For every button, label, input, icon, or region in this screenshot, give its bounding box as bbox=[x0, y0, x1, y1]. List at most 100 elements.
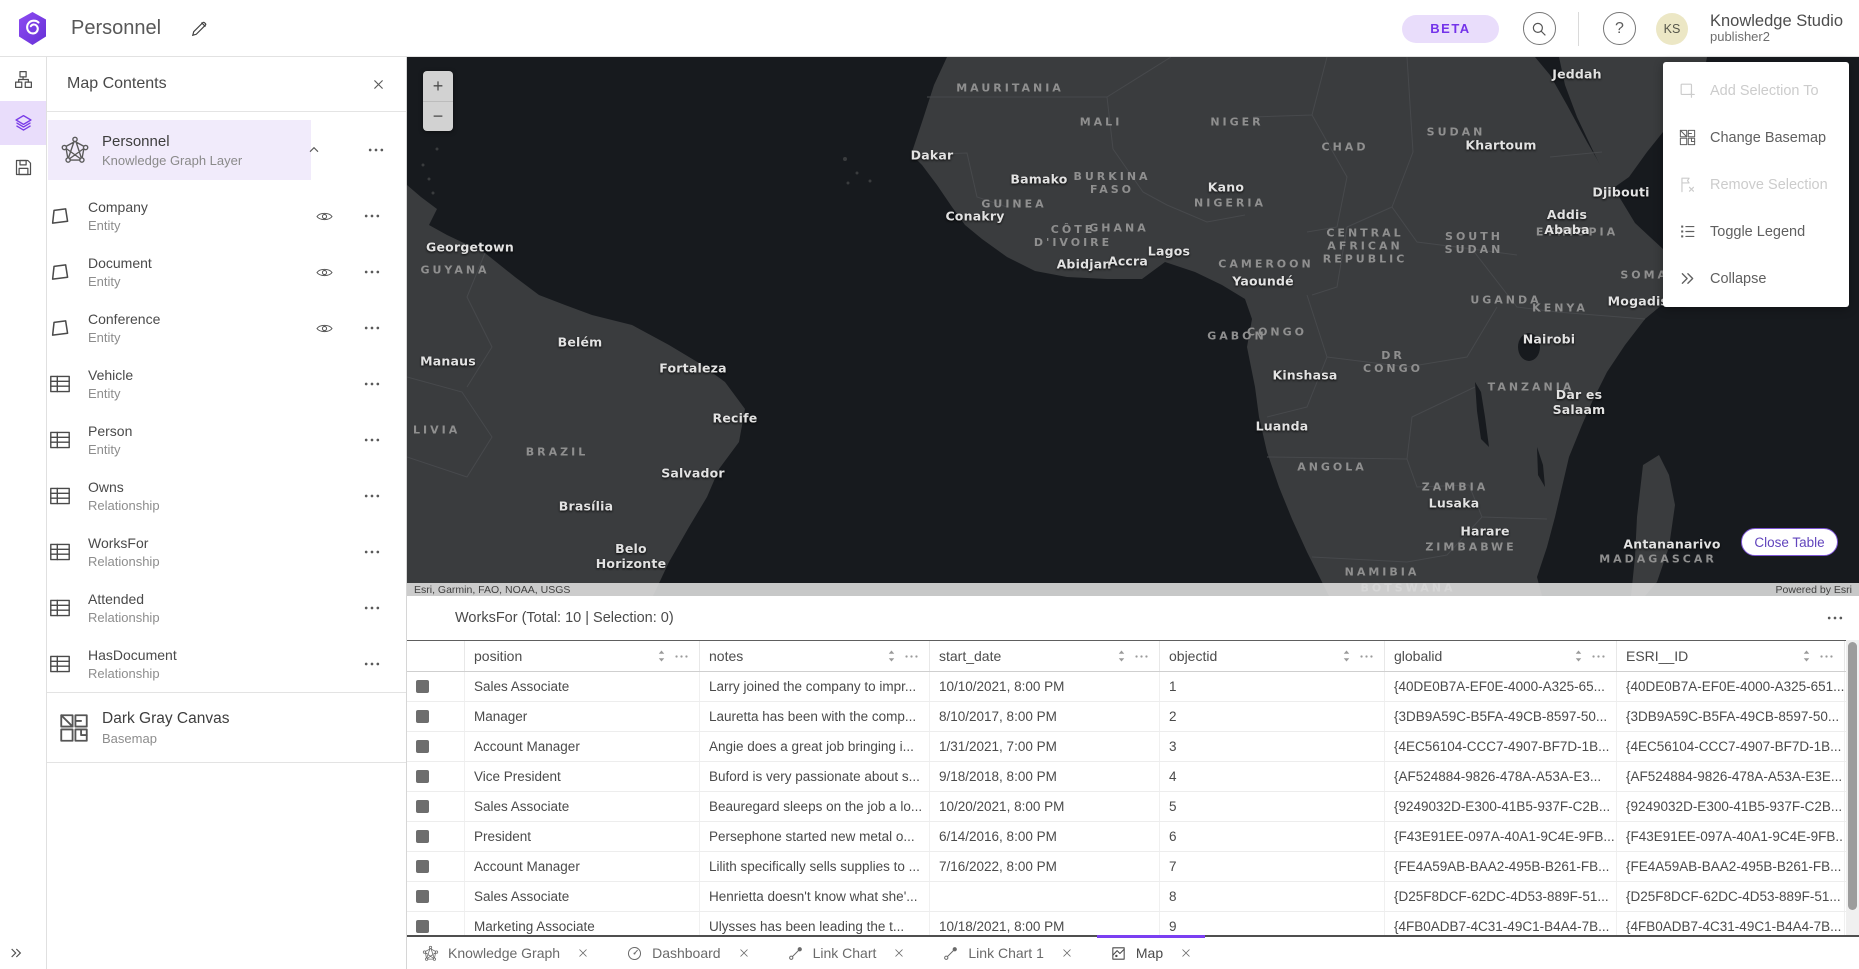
close-tab-icon[interactable] bbox=[738, 947, 750, 959]
row-checkbox[interactable] bbox=[416, 770, 429, 783]
sort-icon[interactable] bbox=[1116, 648, 1127, 664]
layer-item-hasdocument[interactable]: HasDocumentRelationship bbox=[47, 636, 406, 692]
map-view[interactable]: MAURITANIAMALINIGERCHADSUDANBURKINA FASO… bbox=[407, 57, 1859, 596]
rail-item-layers[interactable] bbox=[0, 101, 46, 145]
cell-start_date: 9/18/2018, 8:00 PM bbox=[930, 762, 1160, 791]
column-options-icon[interactable] bbox=[1818, 648, 1835, 665]
close-table-button[interactable]: Close Table bbox=[1741, 528, 1838, 556]
row-checkbox[interactable] bbox=[416, 710, 429, 723]
eye-icon[interactable] bbox=[315, 263, 334, 282]
layer-item-document[interactable]: DocumentEntity bbox=[47, 244, 406, 300]
user-block[interactable]: Knowledge Studio publisher2 bbox=[1710, 12, 1843, 45]
close-panel-icon[interactable] bbox=[371, 77, 386, 92]
chevron-up-icon[interactable] bbox=[306, 142, 322, 158]
tab-label: Dashboard bbox=[652, 945, 721, 961]
column-header-esri_id[interactable]: ESRI__ID bbox=[1617, 641, 1845, 671]
layer-item-conference[interactable]: ConferenceEntity bbox=[47, 300, 406, 356]
column-header-notes[interactable]: notes bbox=[700, 641, 930, 671]
layer-item-attended[interactable]: AttendedRelationship bbox=[47, 580, 406, 636]
tab-label: Knowledge Graph bbox=[448, 945, 560, 961]
layer-item-vehicle[interactable]: VehicleEntity bbox=[47, 356, 406, 412]
layer-options-icon[interactable] bbox=[362, 374, 382, 394]
cell-globalid: {4FB0ADB7-4C31-49C1-B4A4-7B... bbox=[1385, 912, 1617, 935]
edit-title-icon[interactable] bbox=[190, 19, 209, 38]
layer-options-icon[interactable] bbox=[362, 430, 382, 450]
column-label: globalid bbox=[1394, 648, 1442, 664]
table-scrollbar[interactable] bbox=[1846, 640, 1859, 935]
close-tab-icon[interactable] bbox=[577, 947, 589, 959]
sort-icon[interactable] bbox=[886, 648, 897, 664]
column-header-globalid[interactable]: globalid bbox=[1385, 641, 1617, 671]
layer-options-icon[interactable] bbox=[362, 542, 382, 562]
row-checkbox[interactable] bbox=[416, 740, 429, 753]
column-options-icon[interactable] bbox=[1358, 648, 1375, 665]
zoom-in-button[interactable]: + bbox=[423, 71, 453, 101]
column-header-position[interactable]: position bbox=[465, 641, 700, 671]
row-checkbox[interactable] bbox=[416, 800, 429, 813]
column-options-icon[interactable] bbox=[1590, 648, 1607, 665]
close-tab-icon[interactable] bbox=[1180, 947, 1192, 959]
expand-rail-button[interactable] bbox=[8, 945, 24, 961]
table-row: ManagerLauretta has been with the comp..… bbox=[407, 702, 1859, 732]
layer-item-owns[interactable]: OwnsRelationship bbox=[47, 468, 406, 524]
polygon-icon bbox=[47, 203, 73, 229]
avatar[interactable]: KS bbox=[1656, 13, 1688, 45]
layer-item-company[interactable]: CompanyEntity bbox=[47, 188, 406, 244]
column-options-icon[interactable] bbox=[673, 648, 690, 665]
column-header-start_date[interactable]: start_date bbox=[930, 641, 1160, 671]
column-options-icon[interactable] bbox=[1133, 648, 1150, 665]
tab-knowledge-graph[interactable]: Knowledge Graph bbox=[409, 937, 602, 969]
layer-group-personnel[interactable]: Personnel Knowledge Graph Layer bbox=[47, 120, 406, 180]
layer-options-icon[interactable] bbox=[362, 598, 382, 618]
search-button[interactable] bbox=[1523, 12, 1556, 45]
row-checkbox[interactable] bbox=[416, 860, 429, 873]
tab-dashboard[interactable]: Dashboard bbox=[613, 937, 763, 969]
layer-options-icon[interactable] bbox=[362, 486, 382, 506]
attribution-esri: Powered by Esri bbox=[1776, 584, 1852, 596]
layer-options-icon[interactable] bbox=[362, 206, 382, 226]
row-checkbox[interactable] bbox=[416, 680, 429, 693]
column-options-icon[interactable] bbox=[903, 648, 920, 665]
question-icon: ? bbox=[1615, 20, 1624, 38]
close-tab-icon[interactable] bbox=[893, 947, 905, 959]
cell-objectid: 7 bbox=[1160, 852, 1385, 881]
rail-item-save[interactable] bbox=[0, 145, 46, 189]
tab-link-chart-1[interactable]: Link Chart 1 bbox=[929, 937, 1085, 969]
sort-icon[interactable] bbox=[1801, 648, 1812, 664]
layer-options-icon[interactable] bbox=[362, 318, 382, 338]
cell-esri_id: {FE4A59AB-BAA2-495B-B261-FB... bbox=[1617, 852, 1845, 881]
sort-icon[interactable] bbox=[1573, 648, 1584, 664]
basemap-item[interactable]: Dark Gray Canvas Basemap bbox=[47, 693, 406, 762]
layer-options-icon[interactable] bbox=[362, 654, 382, 674]
layer-item-person[interactable]: PersonEntity bbox=[47, 412, 406, 468]
menu-item-collapse[interactable]: Collapse bbox=[1663, 255, 1849, 302]
layer-name: WorksFor bbox=[88, 535, 160, 551]
rail-item-data-model[interactable] bbox=[0, 57, 46, 101]
tab-link-chart[interactable]: Link Chart bbox=[774, 937, 919, 969]
collapse-icon bbox=[1678, 269, 1697, 288]
eye-icon[interactable] bbox=[315, 207, 334, 226]
tab-map[interactable]: Map bbox=[1097, 937, 1205, 969]
group-options-icon[interactable] bbox=[366, 140, 386, 160]
help-button[interactable]: ? bbox=[1603, 12, 1636, 45]
eye-icon[interactable] bbox=[315, 319, 334, 338]
row-checkbox[interactable] bbox=[416, 920, 429, 933]
menu-item-toggle-legend[interactable]: Toggle Legend bbox=[1663, 208, 1849, 255]
table-options-icon[interactable] bbox=[1825, 608, 1845, 628]
row-select-cell bbox=[407, 822, 465, 851]
layer-item-worksfor[interactable]: WorksForRelationship bbox=[47, 524, 406, 580]
layer-options-icon[interactable] bbox=[362, 262, 382, 282]
menu-item-change-basemap[interactable]: Change Basemap bbox=[1663, 114, 1849, 161]
map-icon bbox=[1110, 945, 1127, 962]
zoom-out-button[interactable]: − bbox=[423, 101, 453, 131]
column-header-objectid[interactable]: objectid bbox=[1160, 641, 1385, 671]
scrollbar-thumb[interactable] bbox=[1848, 642, 1857, 910]
row-checkbox[interactable] bbox=[416, 830, 429, 843]
sort-icon[interactable] bbox=[1341, 648, 1352, 664]
add-selection-icon bbox=[1678, 81, 1697, 100]
row-checkbox[interactable] bbox=[416, 890, 429, 903]
sort-icon[interactable] bbox=[656, 648, 667, 664]
close-tab-icon[interactable] bbox=[1061, 947, 1073, 959]
basemap-land-shapes bbox=[407, 57, 1859, 596]
cell-start_date: 8/10/2017, 8:00 PM bbox=[930, 702, 1160, 731]
